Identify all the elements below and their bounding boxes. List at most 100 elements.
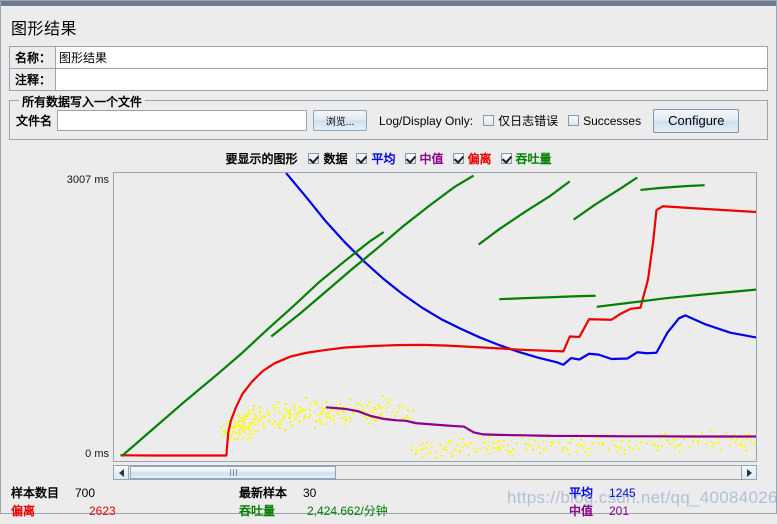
name-input[interactable]: 图形结果 bbox=[55, 47, 767, 68]
page-title: 图形结果 bbox=[11, 21, 78, 38]
stats-column-middle: 最新样本 30 吞吐量 2,424.662/分钟 bbox=[239, 484, 388, 520]
data-point bbox=[640, 440, 643, 444]
graph-checkbox-throughput-box[interactable] bbox=[500, 152, 512, 164]
name-comment-box: 名称： 图形结果 注释： bbox=[9, 46, 768, 91]
data-point bbox=[309, 403, 312, 406]
name-label: 名称： bbox=[15, 51, 52, 65]
stat-throughput-value: 2,424.662/分钟 bbox=[307, 504, 388, 518]
filename-input[interactable] bbox=[57, 110, 308, 131]
series-line-吞吐量 bbox=[478, 180, 571, 246]
scroll-left-button[interactable] bbox=[114, 466, 129, 479]
write-all-data-to-file-group: 所有数据写入一个文件 文件名 浏览... Log/Display Only: 仅… bbox=[9, 93, 768, 140]
data-point bbox=[739, 442, 743, 446]
data-point bbox=[435, 450, 438, 453]
comment-label: 注释： bbox=[15, 73, 52, 87]
stat-sample-count-value: 700 bbox=[75, 486, 96, 500]
errors-checkbox-box[interactable] bbox=[483, 115, 495, 126]
graph-checkbox-data-box[interactable] bbox=[308, 152, 320, 164]
y-axis: 3007 ms 0 ms bbox=[9, 172, 109, 462]
data-point bbox=[288, 409, 291, 412]
file-group-title: 所有数据写入一个文件 bbox=[19, 93, 146, 110]
stat-deviation-value: 2623 bbox=[89, 504, 116, 518]
comment-input[interactable] bbox=[55, 69, 767, 90]
chart-horizontal-scrollbar[interactable] bbox=[113, 465, 757, 480]
graph-checkbox-deviation-box[interactable] bbox=[452, 152, 464, 164]
graph-checkbox-average[interactable]: 平均 bbox=[356, 150, 396, 167]
successes-checkbox[interactable]: Successes bbox=[568, 114, 641, 128]
data-point bbox=[354, 405, 357, 408]
data-point bbox=[320, 412, 323, 415]
series-line-偏离 bbox=[120, 205, 756, 457]
stat-latest-sample: 最新样本 30 bbox=[239, 484, 388, 502]
stat-sample-count-key: 样本数目 bbox=[11, 486, 60, 500]
graph-checkbox-deviation[interactable]: 偏离 bbox=[452, 150, 492, 167]
configure-button[interactable]: Configure bbox=[653, 108, 740, 133]
panel-content: 图形结果 名称： 图形结果 注释： 所有数据写入一个文件 文件名 浏览... L… bbox=[1, 15, 776, 524]
graph-checkbox-data[interactable]: 数据 bbox=[308, 150, 347, 167]
data-point bbox=[314, 419, 318, 423]
data-point bbox=[492, 446, 495, 449]
plot-canvas[interactable] bbox=[113, 172, 757, 462]
series-line-平均 bbox=[285, 173, 756, 366]
data-point bbox=[268, 419, 271, 423]
stat-deviation-key: 偏离 bbox=[11, 504, 36, 518]
data-point bbox=[396, 411, 399, 414]
successes-checkbox-label: Successes bbox=[583, 113, 642, 128]
series-line-中值 bbox=[325, 406, 756, 438]
chart-area: 3007 ms 0 ms bbox=[9, 172, 768, 480]
data-point bbox=[454, 448, 457, 451]
data-point bbox=[251, 432, 254, 435]
scroll-track[interactable] bbox=[129, 466, 741, 479]
data-point bbox=[717, 441, 720, 445]
plot-svg bbox=[120, 173, 756, 459]
data-point bbox=[463, 443, 467, 446]
data-point bbox=[278, 422, 281, 425]
data-point bbox=[678, 443, 682, 446]
comment-row: 注释： bbox=[10, 68, 767, 90]
data-point bbox=[386, 401, 390, 404]
stat-latest-sample-key: 最新样本 bbox=[239, 486, 288, 500]
data-point bbox=[502, 444, 505, 447]
statistics-row: 样本数目 700 偏离 2623 最新样本 30 吞吐量 2,424.662/分… bbox=[9, 484, 768, 524]
data-point bbox=[425, 446, 428, 449]
data-point bbox=[524, 442, 528, 446]
graph-checkbox-median[interactable]: 中值 bbox=[404, 150, 444, 167]
stat-average-key: 平均 bbox=[569, 486, 594, 500]
data-point bbox=[235, 432, 239, 435]
stat-median: 中值 201 bbox=[569, 502, 636, 520]
graph-checkbox-median-box[interactable] bbox=[404, 152, 416, 164]
series-line-吞吐量 bbox=[573, 176, 638, 221]
series-line-吞吐量 bbox=[270, 174, 475, 338]
y-axis-min-label: 0 ms bbox=[85, 448, 109, 460]
stats-column-right: 平均 1245 中值 201 bbox=[569, 484, 636, 520]
data-point bbox=[415, 449, 418, 452]
graph-checkbox-average-label: 平均 bbox=[371, 151, 396, 166]
series-line-吞吐量 bbox=[640, 184, 705, 192]
data-point bbox=[444, 445, 447, 448]
stat-throughput-key: 吞吐量 bbox=[239, 504, 276, 518]
graph-checkbox-average-box[interactable] bbox=[356, 152, 368, 164]
scroll-right-button[interactable] bbox=[741, 466, 756, 479]
data-point bbox=[537, 445, 540, 448]
stat-latest-sample-value: 30 bbox=[303, 486, 317, 500]
graph-checkbox-median-label: 中值 bbox=[419, 151, 444, 166]
data-point bbox=[304, 415, 307, 418]
stat-throughput: 吞吐量 2,424.662/分钟 bbox=[239, 502, 388, 520]
graph-checkbox-throughput-label: 吞吐量 bbox=[515, 151, 552, 166]
stats-column-left: 样本数目 700 偏离 2623 bbox=[11, 484, 116, 520]
stat-average-value: 1245 bbox=[609, 486, 636, 500]
series-line-吞吐量 bbox=[596, 288, 756, 308]
stat-median-value: 201 bbox=[609, 504, 630, 518]
errors-checkbox-label: 仅日志错误 bbox=[498, 114, 559, 128]
stat-average: 平均 1245 bbox=[569, 484, 636, 502]
graph-checkbox-deviation-label: 偏离 bbox=[467, 151, 492, 166]
y-axis-max-label: 3007 ms bbox=[66, 174, 109, 186]
successes-checkbox-box[interactable] bbox=[568, 115, 580, 126]
data-point bbox=[614, 444, 617, 447]
graph-checkbox-throughput[interactable]: 吞吐量 bbox=[500, 150, 552, 167]
data-point bbox=[749, 438, 752, 442]
errors-checkbox[interactable]: 仅日志错误 bbox=[483, 112, 558, 129]
scroll-thumb[interactable] bbox=[130, 466, 336, 479]
data-point bbox=[406, 415, 409, 418]
browse-button[interactable]: 浏览... bbox=[313, 110, 368, 131]
